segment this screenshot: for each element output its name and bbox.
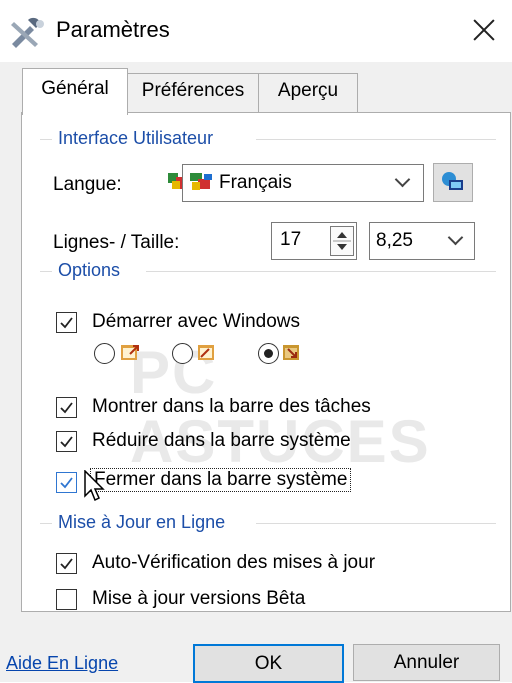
minimize-to-tray-label[interactable]: Réduire dans la barre système	[92, 430, 351, 452]
language-select[interactable]: Français	[182, 164, 424, 202]
chevron-down-icon	[394, 171, 411, 188]
group-divider	[40, 271, 52, 272]
online-help-link[interactable]: Aide En Ligne	[6, 653, 118, 674]
minimize-to-tray-checkbox[interactable]	[56, 431, 77, 452]
window-minimized-icon	[197, 342, 217, 362]
lines-size-label: Lignes- / Taille:	[53, 232, 180, 253]
window-title: Paramètres	[56, 17, 170, 42]
show-in-taskbar-label[interactable]: Montrer dans la barre des tâches	[92, 396, 371, 418]
beta-versions-checkbox[interactable]	[56, 589, 77, 610]
lines-spinner[interactable]: 17	[271, 222, 357, 260]
tab-general[interactable]: Général	[22, 68, 128, 115]
tools-icon	[8, 16, 48, 48]
group-divider	[40, 523, 52, 524]
start-with-windows-label[interactable]: Démarrer avec Windows	[92, 311, 300, 333]
cancel-button[interactable]: Annuler	[353, 644, 500, 681]
auto-check-updates-checkbox[interactable]	[56, 553, 77, 574]
window-normal-icon	[120, 342, 140, 362]
font-size-select[interactable]: 8,25	[369, 222, 475, 260]
startup-mode-radio-2[interactable]	[172, 343, 193, 364]
tab-apercu[interactable]: Aperçu	[258, 73, 358, 114]
window-hidden-icon	[282, 342, 302, 362]
group-divider	[256, 139, 496, 140]
startup-mode-radio-3[interactable]	[258, 343, 279, 364]
close-to-tray-label[interactable]: Fermer dans la barre système	[90, 468, 352, 492]
show-in-taskbar-checkbox[interactable]	[56, 397, 77, 418]
size-value: 8,25	[376, 230, 413, 251]
group-options-label: Options	[54, 260, 125, 281]
lines-value: 17	[280, 229, 302, 250]
language-refresh-button[interactable]	[433, 163, 473, 202]
spinner-arrows-icon[interactable]	[330, 226, 354, 256]
ok-button[interactable]: OK	[193, 644, 344, 683]
close-icon[interactable]	[464, 10, 504, 50]
startup-mode-radio-1[interactable]	[94, 343, 115, 364]
globe-monitor-icon	[440, 170, 466, 199]
group-divider	[40, 139, 52, 140]
close-to-tray-checkbox[interactable]	[56, 472, 77, 493]
group-interface-label: Interface Utilisateur	[54, 128, 218, 149]
group-updates-label: Mise à Jour en Ligne	[54, 512, 230, 533]
settings-window: Paramètres Général Préférences Aperçu PC…	[0, 0, 512, 683]
tab-preferences[interactable]: Préférences	[126, 73, 260, 114]
beta-versions-label[interactable]: Mise à jour versions Bêta	[92, 588, 305, 610]
mouse-cursor-icon	[84, 469, 108, 509]
title-bar: Paramètres	[0, 0, 512, 62]
start-with-windows-checkbox[interactable]	[56, 312, 77, 333]
auto-check-updates-label[interactable]: Auto-Vérification des mises à jour	[92, 552, 375, 574]
group-divider	[256, 523, 496, 524]
flag-icon	[189, 170, 215, 200]
chevron-down-icon	[447, 229, 464, 246]
language-value: Français	[219, 172, 292, 193]
group-divider	[146, 271, 496, 272]
language-label: Langue:	[53, 174, 122, 195]
